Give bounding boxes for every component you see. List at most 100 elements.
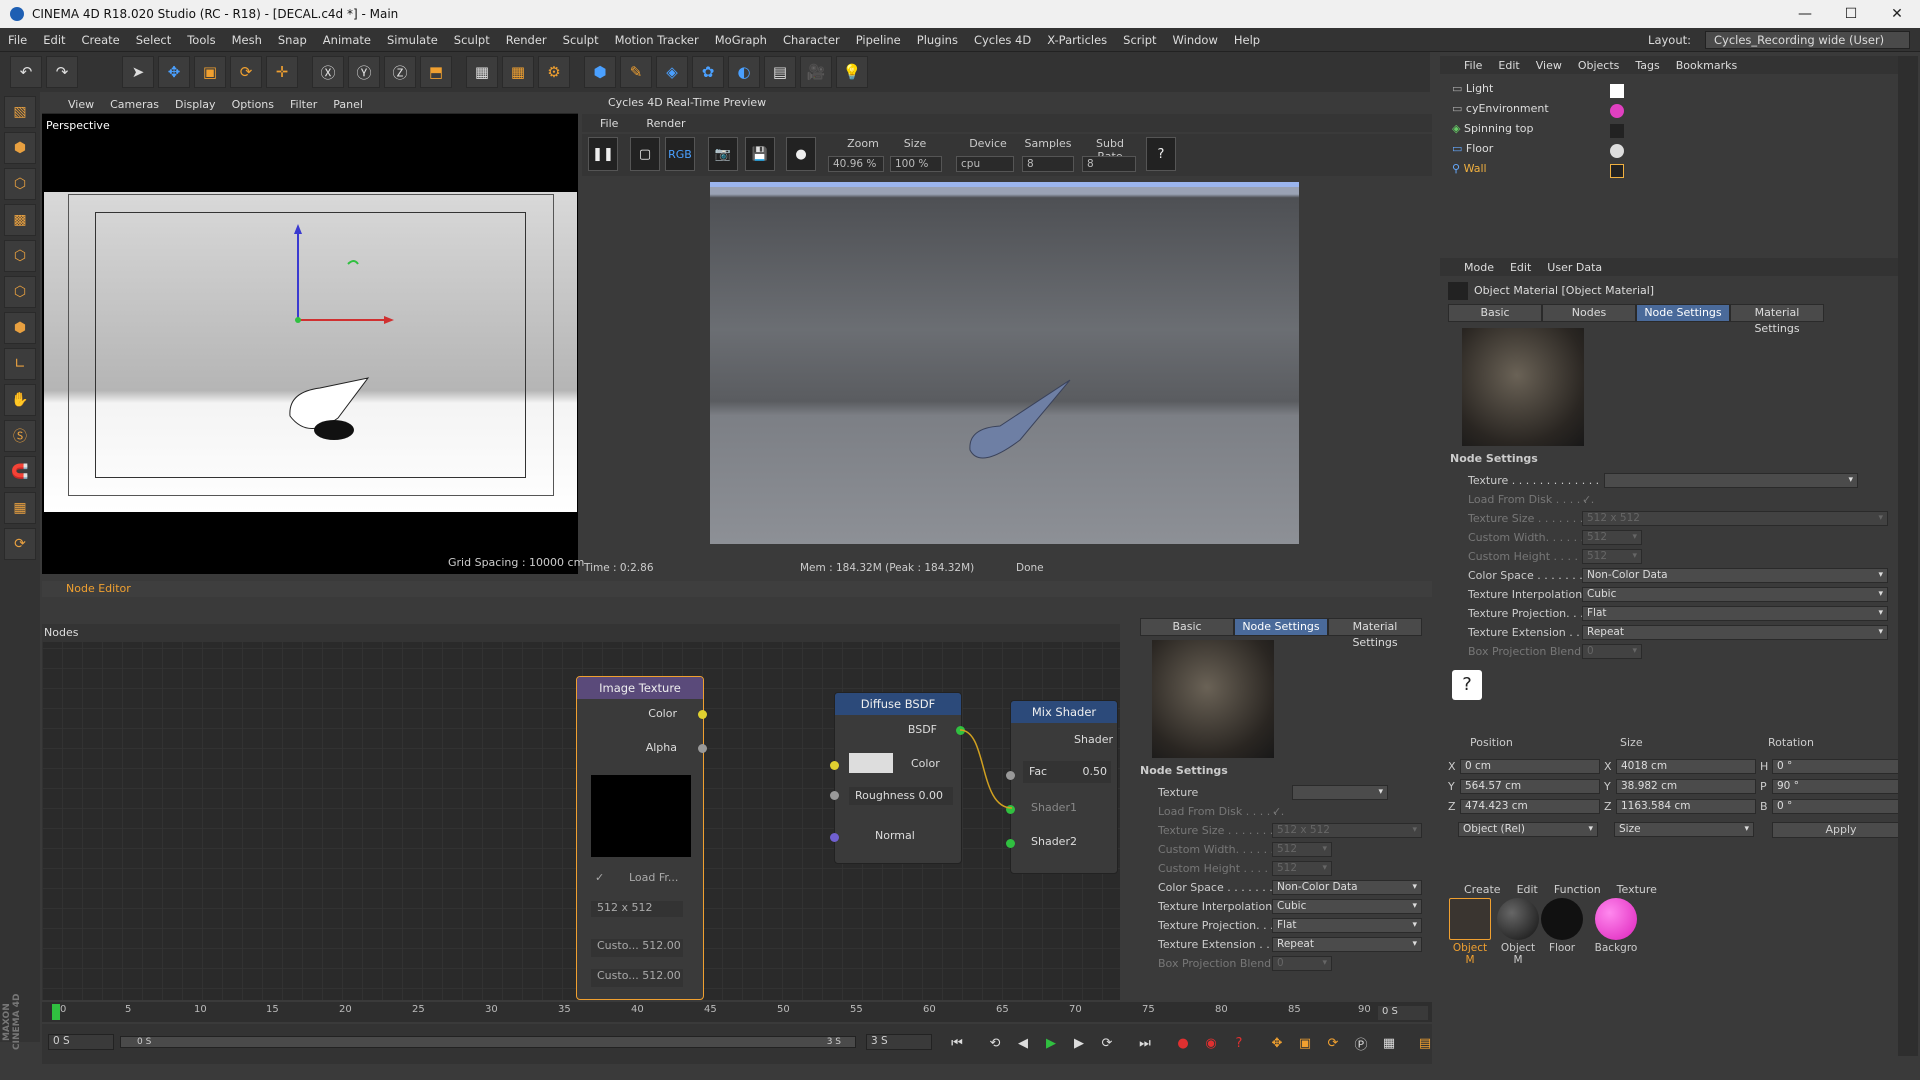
wall-material-tag-icon[interactable] — [1610, 164, 1624, 178]
edges-mode-icon[interactable]: ⬡ — [4, 276, 36, 308]
mid-prop-extension-select[interactable]: Repeat — [1272, 937, 1422, 952]
render-picture-viewer-icon[interactable]: ▦ — [502, 56, 534, 88]
mat-menu-function[interactable]: Function — [1546, 883, 1609, 896]
object-row-floor[interactable]: ▭ Floor — [1452, 140, 1493, 158]
attr-load-check[interactable]: ✓ — [1582, 493, 1591, 506]
position-z-field[interactable]: 474.423 cm — [1460, 799, 1600, 814]
samples-field[interactable]: 8 — [1022, 156, 1074, 172]
viewport-menu-cameras[interactable]: Cameras — [102, 98, 167, 111]
obj-menu-file[interactable]: File — [1440, 59, 1490, 72]
attr-cheight-field[interactable]: 512 — [1582, 549, 1642, 564]
rotation-p-field[interactable]: 90 ° — [1772, 779, 1910, 794]
zoom-field[interactable]: 40.96 % — [828, 156, 884, 172]
attr-tab-basic[interactable]: Basic — [1448, 304, 1542, 322]
menu-animate[interactable]: Animate — [315, 33, 379, 47]
make-editable-icon[interactable]: ▧ — [4, 96, 36, 128]
attr-menu-mode[interactable]: Mode — [1440, 261, 1502, 274]
next-key-icon[interactable]: ⟳ — [1096, 1032, 1118, 1054]
x-axis-icon[interactable]: Ⓧ — [312, 56, 344, 88]
mid-prop-texsize-select[interactable]: 512 x 512 — [1272, 823, 1422, 838]
menu-motion-tracker[interactable]: Motion Tracker — [607, 33, 707, 47]
workplane-icon[interactable]: ▩ — [4, 204, 36, 236]
timeline-window-icon[interactable]: ▤ — [1414, 1032, 1436, 1054]
mat-menu-create[interactable]: Create — [1440, 883, 1509, 896]
menu-snap[interactable]: Snap — [270, 33, 315, 47]
fac-slider[interactable]: Fac 0.50 — [1023, 761, 1111, 783]
pause-icon[interactable]: ❚❚ — [588, 137, 618, 171]
menu-edit[interactable]: Edit — [35, 33, 73, 47]
mid-prop-cheight-field[interactable]: 512 — [1272, 861, 1332, 876]
pen-icon[interactable]: ✎ — [620, 56, 652, 88]
attr-menu-user-data[interactable]: User Data — [1539, 261, 1610, 274]
viewport-menu-options[interactable]: Options — [224, 98, 282, 111]
snapshot-icon[interactable]: 📷 — [708, 137, 738, 171]
attr-menu-edit[interactable]: Edit — [1502, 261, 1539, 274]
attr-boxblend-field[interactable]: 0 — [1582, 644, 1642, 659]
deformer-icon[interactable]: ◐ — [728, 56, 760, 88]
preview-menu-file[interactable]: File — [582, 117, 628, 130]
right-side-tabs[interactable] — [1898, 56, 1918, 1056]
obj-menu-edit[interactable]: Edit — [1490, 59, 1527, 72]
tab-node-settings[interactable]: Node Settings — [1234, 618, 1328, 636]
mix-shader-node[interactable]: Mix Shader Shader Fac 0.50 Shader1 Shade… — [1006, 700, 1118, 874]
attr-interp-select[interactable]: Cubic — [1582, 587, 1888, 602]
environment-material-tag-icon[interactable] — [1610, 104, 1624, 118]
menu-sculpt-2[interactable]: Sculpt — [555, 33, 607, 47]
object-row-spinning-top[interactable]: ◈ Spinning top — [1452, 120, 1533, 138]
previous-frame-icon[interactable]: ◀ — [1012, 1032, 1034, 1054]
object-row-environment[interactable]: ▭ cyEnvironment — [1452, 100, 1549, 118]
mat-menu-texture[interactable]: Texture — [1609, 883, 1665, 896]
rotation-b-field[interactable]: 0 ° — [1772, 799, 1910, 814]
menu-render[interactable]: Render — [498, 33, 555, 47]
obj-menu-objects[interactable]: Objects — [1570, 59, 1628, 72]
viewport-menu-display[interactable]: Display — [167, 98, 224, 111]
color-swatch[interactable] — [849, 753, 893, 773]
menu-window[interactable]: Window — [1165, 33, 1226, 47]
rotate-tool-icon[interactable]: ⟳ — [230, 56, 262, 88]
menu-cycles4d[interactable]: Cycles 4D — [966, 33, 1039, 47]
previous-key-icon[interactable]: ⟲ — [984, 1032, 1006, 1054]
obj-menu-tags[interactable]: Tags — [1627, 59, 1667, 72]
viewport-menu-filter[interactable]: Filter — [282, 98, 325, 111]
mid-prop-interp-select[interactable]: Cubic — [1272, 899, 1422, 914]
cloner-icon[interactable]: ✿ — [692, 56, 724, 88]
y-axis-icon[interactable]: Ⓨ — [348, 56, 380, 88]
size-field[interactable]: 100 % — [890, 156, 942, 172]
snap-icon[interactable]: Ⓢ — [4, 420, 36, 452]
timeline-playhead[interactable] — [52, 1004, 60, 1020]
autokey-icon[interactable]: ◉ — [1200, 1032, 1222, 1054]
transform-tool-icon[interactable]: ✛ — [266, 56, 298, 88]
floor-material-tag-icon[interactable] — [1610, 144, 1624, 158]
attr-texsize-select[interactable]: 512 x 512 — [1582, 511, 1888, 526]
menu-x-particles[interactable]: X-Particles — [1039, 33, 1115, 47]
attr-help-icon[interactable]: ? — [1452, 670, 1482, 700]
attr-extension-select[interactable]: Repeat — [1582, 625, 1888, 640]
position-y-field[interactable]: 564.57 cm — [1460, 779, 1600, 794]
next-frame-icon[interactable]: ▶ — [1068, 1032, 1090, 1054]
redo-icon[interactable]: ↷ — [46, 56, 78, 88]
texture-mode-icon[interactable]: ⬡ — [4, 168, 36, 200]
subdivision-icon[interactable]: ◈ — [656, 56, 688, 88]
minimize-button[interactable]: — — [1782, 0, 1828, 28]
material-swatch[interactable]: Object M — [1448, 898, 1492, 966]
go-to-start-icon[interactable]: ⏮ — [946, 1032, 968, 1054]
magnet-icon[interactable]: 🧲 — [4, 456, 36, 488]
menu-character[interactable]: Character — [775, 33, 848, 47]
tab-basic[interactable]: Basic — [1140, 618, 1234, 636]
menu-script[interactable]: Script — [1115, 33, 1164, 47]
menu-select[interactable]: Select — [128, 33, 179, 47]
tweak-icon[interactable]: ✋ — [4, 384, 36, 416]
mid-prop-load-check[interactable]: ✓ — [1272, 805, 1281, 818]
layout-select[interactable]: Cycles_Recording wide (User) — [1705, 31, 1910, 49]
select-tool-icon[interactable]: ➤ — [122, 56, 154, 88]
end-frame-field[interactable]: 3 S — [866, 1034, 932, 1050]
size-y-field[interactable]: 38.982 cm — [1616, 779, 1756, 794]
mid-prop-boxblend-field[interactable]: 0 — [1272, 956, 1332, 971]
roughness-in-socket[interactable] — [830, 791, 839, 800]
preview-menu-render[interactable]: Render — [628, 117, 695, 130]
menu-pipeline[interactable]: Pipeline — [848, 33, 909, 47]
image-texture-node[interactable]: Image Texture Color Alpha ✓ Load Fr... 5… — [576, 676, 707, 1000]
device-select[interactable]: cpu — [956, 156, 1014, 172]
coord-system-icon[interactable]: ⬒ — [420, 56, 452, 88]
menu-sculpt[interactable]: Sculpt — [446, 33, 498, 47]
